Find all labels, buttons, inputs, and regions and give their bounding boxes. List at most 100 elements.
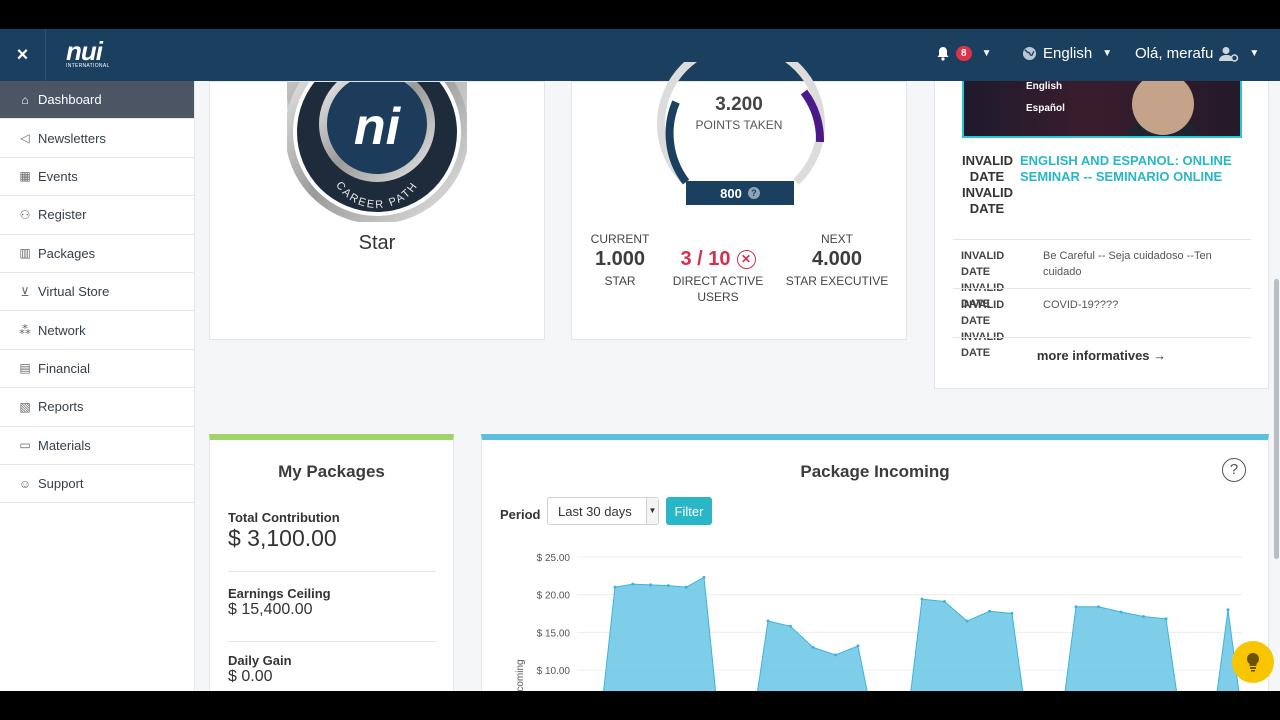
bell-icon <box>937 47 949 61</box>
data-point[interactable] <box>943 599 946 603</box>
next-label: NEXT <box>820 232 853 246</box>
sidebar: ⌂ Dashboard ◁ Newsletters ▦ Events ⚇ Registe… <box>0 81 195 691</box>
globe-icon <box>1022 46 1037 61</box>
logo[interactable]: nui INTERNATIONAL <box>66 38 112 71</box>
sidebar-item-label: Reports <box>38 399 84 415</box>
y-axis-label: Incoming <box>515 659 526 691</box>
sidebar-item-virtual-store[interactable]: ⊻ Virtual Store <box>0 273 194 312</box>
sidebar-item-financial[interactable]: ▤ Financial <box>0 350 194 389</box>
seminar-banner[interactable]: English Español <box>962 81 1242 138</box>
sidebar-item-register[interactable]: ⚇ Register <box>0 196 194 235</box>
featured-informative: INVALID DATE INVALID DATE ENGLISH AND ES… <box>962 153 1242 217</box>
period-value: Last 30 days <box>558 504 632 519</box>
notifications-dropdown[interactable]: 8 ▼ <box>936 46 991 61</box>
sidebar-item-label: Materials <box>38 437 91 453</box>
chevron-down-icon: ▼ <box>981 48 992 59</box>
daily-gain: Daily Gain $ 0.00 <box>228 653 436 686</box>
cart-icon: ⊻ <box>20 284 30 299</box>
logo-subtext: INTERNATIONAL <box>66 63 110 69</box>
data-point[interactable] <box>613 585 617 589</box>
sidebar-item-dashboard[interactable]: ⌂ Dashboard <box>0 81 194 120</box>
area-segment <box>1064 606 1178 691</box>
report-icon: ▧ <box>19 399 31 414</box>
data-point[interactable] <box>631 582 635 586</box>
app-viewport: × nui INTERNATIONAL 8 ▼ English ▼ Olá, m… <box>0 29 1280 691</box>
y-tick-label: $ 15.00 <box>537 628 571 639</box>
data-point[interactable] <box>1142 615 1145 619</box>
current-label: CURRENT <box>590 232 650 246</box>
data-point[interactable] <box>965 619 969 623</box>
period-select[interactable]: Last 30 days ▼ <box>547 497 659 525</box>
data-point[interactable] <box>1119 610 1123 614</box>
sidebar-item-label: Network <box>38 322 86 338</box>
area-segment <box>910 598 1024 691</box>
points-label: POINTS TAKEN <box>695 118 783 132</box>
language-label: English <box>1043 45 1093 62</box>
y-tick-label: $ 25.00 <box>537 553 571 564</box>
ceiling-value: $ 15,400.00 <box>228 601 313 618</box>
sidebar-item-support[interactable]: ☺ Support <box>0 465 194 504</box>
data-point[interactable] <box>811 645 815 649</box>
sidebar-item-materials[interactable]: ▭ Materials <box>0 427 194 465</box>
sidebar-item-events[interactable]: ▦ Events <box>0 158 194 197</box>
data-point[interactable] <box>684 585 688 589</box>
data-point[interactable] <box>1010 612 1014 615</box>
data-point[interactable] <box>1097 605 1100 609</box>
next-level: NEXT 4.000 STAR EXECUTIVE <box>782 232 892 289</box>
points-target-box[interactable]: 800 ? <box>686 181 794 205</box>
data-point[interactable] <box>856 644 860 648</box>
next-value: 4.000 <box>811 248 863 270</box>
sidebar-item-newsletters[interactable]: ◁ Newsletters <box>0 119 194 158</box>
data-point[interactable] <box>920 597 924 601</box>
data-point[interactable] <box>649 583 653 587</box>
scrollbar[interactable] <box>1274 279 1279 559</box>
current-rank: STAR <box>604 274 636 288</box>
period-label: Period <box>500 507 541 522</box>
data-point[interactable] <box>766 619 770 623</box>
sidebar-item-network[interactable]: ⁂ Network <box>0 311 194 350</box>
card-title: My Packages <box>278 462 385 481</box>
data-point[interactable] <box>1164 617 1168 621</box>
sidebar-item-label: Support <box>38 476 84 492</box>
y-tick-label: $ 10.00 <box>537 666 571 677</box>
data-point[interactable] <box>834 653 837 657</box>
direct-active-users: . 3 / 10✕ DIRECT ACTIVE USERS <box>663 232 773 305</box>
user-gear-icon <box>1219 46 1239 62</box>
data-point[interactable] <box>1074 605 1078 609</box>
data-point[interactable] <box>988 609 991 613</box>
banner-text-english: English <box>1026 81 1063 92</box>
area-segment <box>603 576 717 691</box>
current-value: 1.000 <box>594 248 646 270</box>
svg-text:ni: ni <box>354 98 402 156</box>
help-icon[interactable]: ? <box>1222 458 1246 482</box>
chevron-down-icon: ▼ <box>646 498 658 524</box>
career-rank: Star <box>358 232 396 254</box>
x-circle-icon: ✕ <box>736 250 756 269</box>
help-icon[interactable]: ? <box>747 187 760 199</box>
filter-button[interactable]: Filter <box>666 497 712 525</box>
network-icon: ⁂ <box>19 323 31 338</box>
sidebar-item-reports[interactable]: ▧ Reports <box>0 388 194 427</box>
close-sidebar-button[interactable]: × <box>0 29 46 81</box>
megaphone-icon: ◁ <box>20 131 30 146</box>
data-point[interactable] <box>1226 608 1230 612</box>
data-point[interactable] <box>789 624 792 628</box>
chevron-down-icon: ▼ <box>1102 48 1113 59</box>
notification-badge: 8 <box>956 46 972 61</box>
user-plus-icon: ⚇ <box>19 207 31 222</box>
more-informatives-link[interactable]: more informatives → <box>935 348 1268 363</box>
sidebar-item-label: Packages <box>38 245 96 261</box>
career-path-medal: ni CAREER PATH <box>287 82 467 222</box>
featured-title-link[interactable]: ENGLISH AND ESPANOL: ONLINE SEMINAR -- S… <box>1020 153 1242 217</box>
language-dropdown[interactable]: English ▼ <box>1022 45 1112 62</box>
next-rank: STAR EXECUTIVE <box>785 274 889 288</box>
data-point[interactable] <box>666 584 670 588</box>
folder-icon: ▭ <box>19 438 31 453</box>
daily-value: $ 0.00 <box>228 668 273 685</box>
user-menu[interactable]: Olá, merafu ▼ <box>1135 45 1259 62</box>
sidebar-item-packages[interactable]: ▥ Packages <box>0 235 194 273</box>
calendar-icon: ▦ <box>19 169 31 184</box>
tips-button[interactable] <box>1232 641 1274 683</box>
ceiling-label: Earnings Ceiling <box>228 586 331 601</box>
data-point[interactable] <box>702 575 706 579</box>
